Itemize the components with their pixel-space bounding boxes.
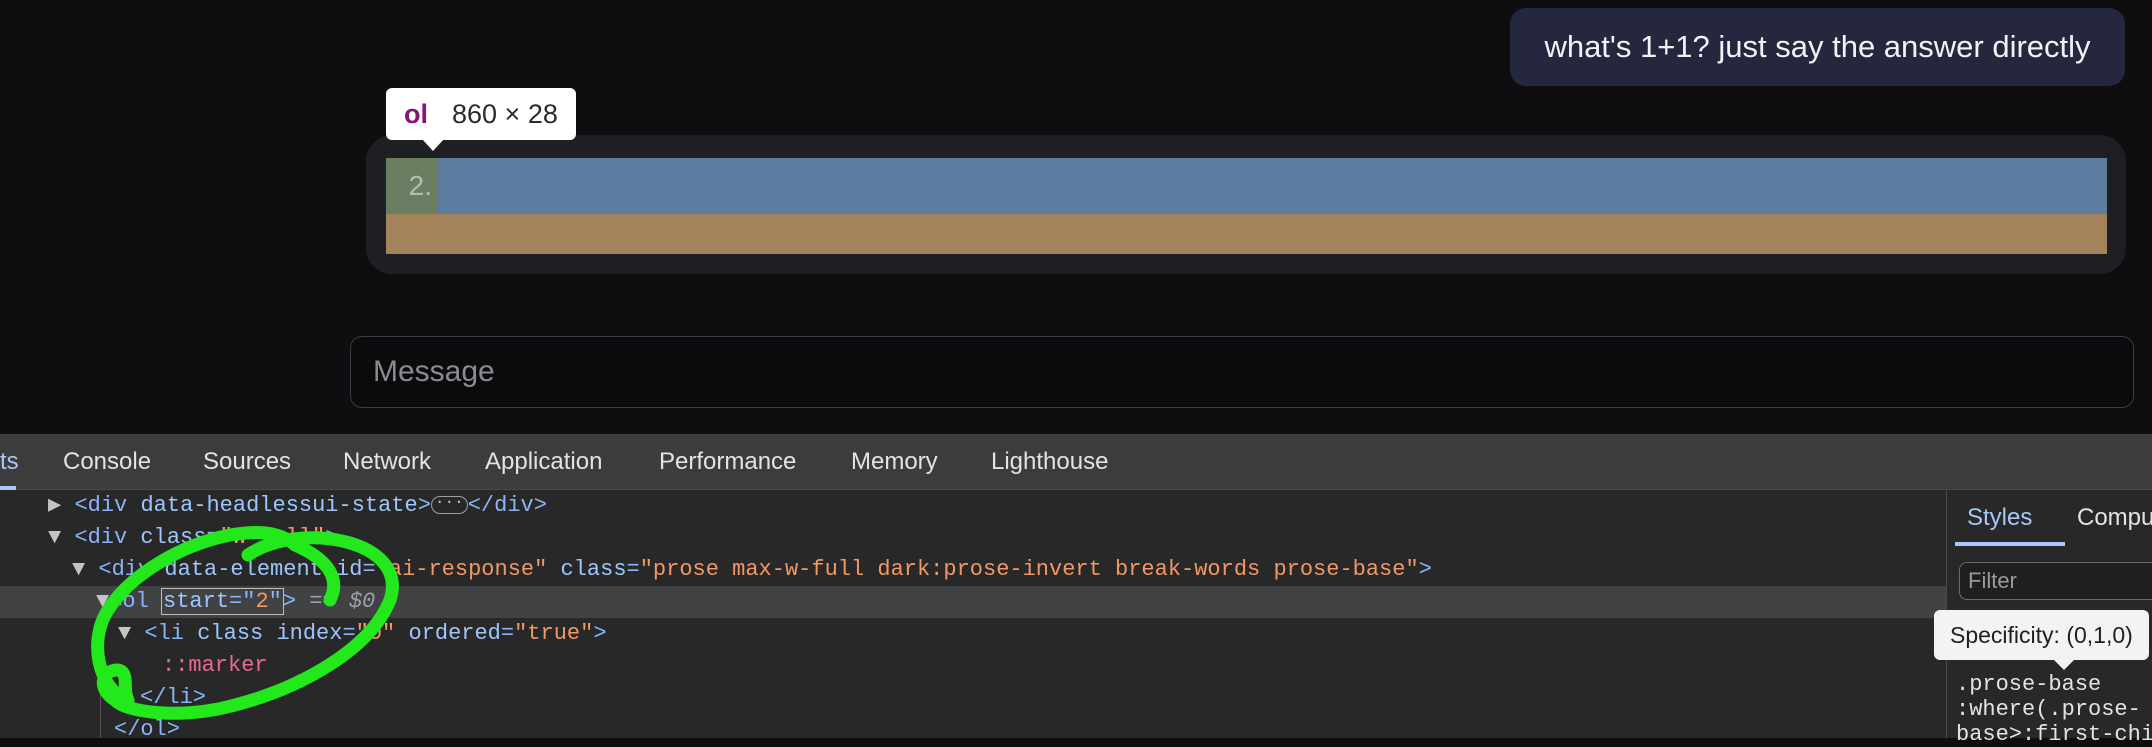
expand-triangle-icon[interactable]: ▶ xyxy=(48,493,74,518)
tab-network[interactable]: Network xyxy=(343,434,431,490)
tab-performance[interactable]: Performance xyxy=(659,434,796,490)
tab-elements[interactable]: ts xyxy=(0,434,19,490)
message-input[interactable] xyxy=(350,336,2134,408)
dom-node-marker[interactable]: ::marker xyxy=(162,650,268,682)
styles-filter-input[interactable] xyxy=(1959,562,2152,600)
specificity-tooltip-text: Specificity: (0,1,0) xyxy=(1950,621,2133,648)
tab-styles-underline xyxy=(1955,542,2065,546)
dom-node-wfull[interactable]: ▼ <div class="w-full"> xyxy=(48,522,338,554)
specificity-tooltip: Specificity: (0,1,0) xyxy=(1934,610,2149,670)
inspect-tooltip-dimensions: 860 × 28 xyxy=(452,98,558,129)
devtools-tab-bar: ts Console Sources Network Application P… xyxy=(0,434,2152,490)
tab-lighthouse[interactable]: Lighthouse xyxy=(991,434,1108,490)
chat-page: what's 1+1? just say the answer directly… xyxy=(0,0,2152,434)
inspect-tooltip: ol 860 × 28 xyxy=(386,88,576,151)
collapse-triangle-icon[interactable]: ▼ xyxy=(48,525,74,550)
tab-computed[interactable]: Compu xyxy=(2077,490,2152,546)
user-message-text: what's 1+1? just say the answer directly xyxy=(1544,29,2091,64)
dom-node-ai-response[interactable]: ▼ <div data-element-id="ai-response" cla… xyxy=(72,554,1432,586)
user-message-bubble: what's 1+1? just say the answer directly xyxy=(1510,8,2125,86)
ol-highlight-overlay: 2. xyxy=(386,158,2107,254)
dom-node-li[interactable]: ▼ <li class index="0" ordered="true"> xyxy=(118,618,607,650)
tab-application[interactable]: Application xyxy=(485,434,602,490)
dom-node-ol-selected[interactable]: ▼<ol start="2"> == $0 xyxy=(0,586,1946,618)
attribute-editor[interactable]: start="2" xyxy=(161,588,284,615)
dom-node-li-close[interactable]: </li> xyxy=(140,682,206,714)
css-selector-line[interactable]: .prose-base xyxy=(1956,672,2101,697)
ol-content-highlight xyxy=(386,158,2107,214)
ol-margin-highlight xyxy=(386,214,2107,254)
tab-sources[interactable]: Sources xyxy=(203,434,291,490)
dom-tree: ▶ <div data-headlessui-state> ··· </div> ▼… xyxy=(0,490,1946,738)
list-marker: 2. xyxy=(386,158,438,214)
tab-styles[interactable]: Styles xyxy=(1967,490,2032,546)
css-selector-line[interactable]: base>:first-chi xyxy=(1956,722,2152,747)
dom-node-headlessui[interactable]: ▶ <div data-headlessui-state> ··· </div> xyxy=(48,490,547,522)
css-selector-line[interactable]: :where(.prose- xyxy=(1956,697,2141,722)
collapse-triangle-icon[interactable]: ▼ xyxy=(118,621,144,646)
inspect-tooltip-tag: ol xyxy=(404,98,428,129)
ellipsis-icon[interactable]: ··· xyxy=(430,494,468,515)
collapse-triangle-icon[interactable]: ▼ xyxy=(96,589,109,614)
list-marker-text: 2. xyxy=(408,170,432,201)
indent-guide xyxy=(100,602,101,738)
tab-memory[interactable]: Memory xyxy=(851,434,938,490)
devtools-panel: ts Console Sources Network Application P… xyxy=(0,434,2152,738)
dom-node-ol-close[interactable]: </ol> xyxy=(114,714,180,738)
tab-console[interactable]: Console xyxy=(63,434,151,490)
collapse-triangle-icon[interactable]: ▼ xyxy=(72,557,98,582)
